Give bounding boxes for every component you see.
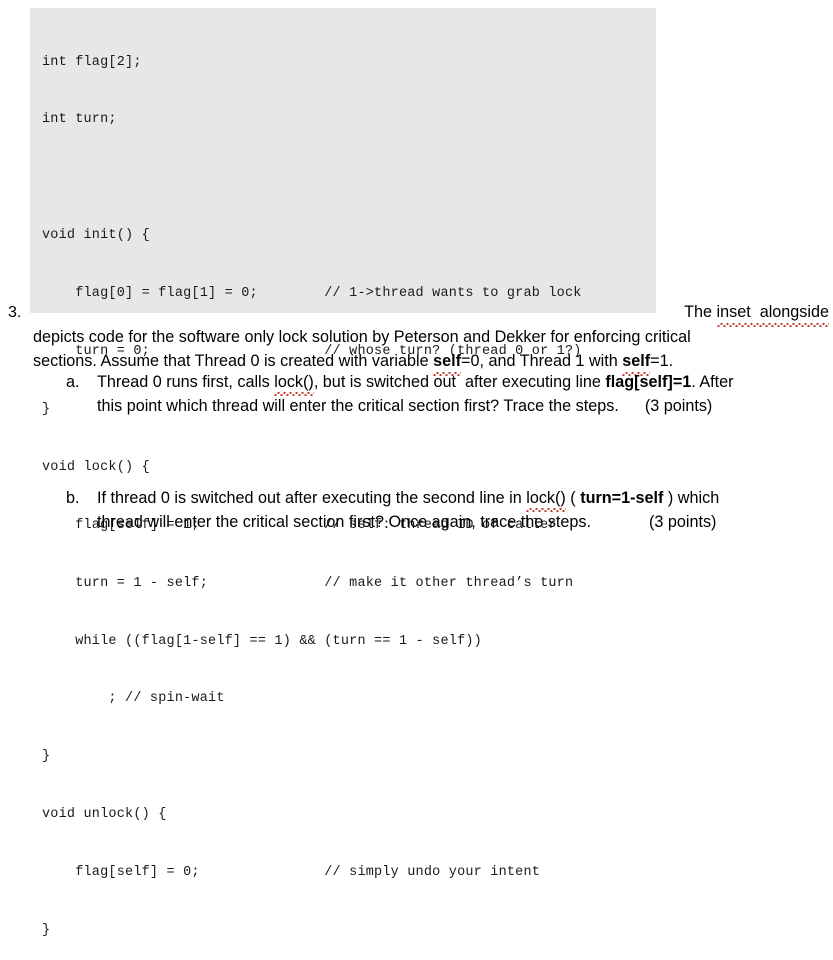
- sub-a-points: (3 points): [644, 397, 713, 415]
- sub-b-part-a: If thread 0 is switched out after execut…: [97, 489, 527, 507]
- sub-item-b-line-1: If thread 0 is switched out after execut…: [97, 486, 833, 512]
- sub-item-a-marker: a.: [66, 373, 80, 391]
- sub-a-part-c: . After: [691, 373, 734, 391]
- sub-a-part-a: Thread 0 runs first, calls: [97, 373, 275, 391]
- question-line3-part-c: =1.: [650, 352, 674, 370]
- question-line3-part-b: =0, and Thread 1 with: [461, 352, 623, 370]
- code-line: void unlock() {: [42, 807, 167, 823]
- sub-a-line2-text: this point which thread will enter the c…: [97, 397, 619, 415]
- sub-a-part-b: , but is switched out after executing li…: [313, 373, 606, 391]
- sub-b-line2-text: thread will enter the critical section f…: [97, 513, 591, 531]
- code-line: flag[self] = 0; // simply undo your inte…: [42, 865, 541, 881]
- spellcheck-inset-alongside: inset alongside: [716, 300, 829, 326]
- code-line: }: [42, 749, 51, 765]
- sub-b-part-c: ) which: [663, 489, 720, 507]
- code-inset-panel: int flag[2]; int turn; void init() { fla…: [30, 8, 656, 938]
- sub-item-a-line-2: this point which thread will enter the c…: [97, 394, 833, 418]
- sub-b-part-b: (: [565, 489, 581, 507]
- code-line: ; // spin-wait: [42, 691, 225, 707]
- spellcheck-lock-b: lock(): [526, 486, 566, 512]
- sub-item-a-line-1: Thread 0 runs first, calls lock(), but i…: [97, 370, 833, 396]
- question-line3-part-a: sections. Assume that Thread 0 is create…: [33, 352, 434, 370]
- spellcheck-lock-a: lock(): [274, 370, 314, 396]
- question-line-1: The inset alongside: [33, 300, 829, 326]
- sub-item-b-line-2: thread will enter the critical section f…: [97, 510, 833, 534]
- code-line: while ((flag[1-self] == 1) && (turn == 1…: [42, 633, 482, 649]
- question-line1-tail: The: [684, 303, 717, 321]
- code-line: }: [42, 922, 51, 938]
- code-line: void lock() {: [42, 459, 150, 475]
- code-line: turn = 1 - self; // make it other thread…: [42, 575, 574, 591]
- question-line-2: depicts code for the software only lock …: [33, 327, 691, 346]
- sub-item-b-text: If thread 0 is switched out after execut…: [97, 486, 833, 534]
- sub-item-b-marker: b.: [66, 489, 80, 507]
- code-line: int flag[2];: [42, 54, 142, 70]
- sub-item-a-text: Thread 0 runs first, calls lock(), but i…: [97, 370, 833, 418]
- sub-b-points: (3 points): [648, 513, 717, 531]
- code-line: void init() {: [42, 228, 150, 244]
- question-number: 3.: [8, 304, 22, 321]
- question-paragraph: The inset alongside depicts code for the…: [33, 300, 833, 375]
- sub-a-bold-code: flag[self]=1: [605, 373, 692, 391]
- code-line: int turn;: [42, 112, 117, 128]
- sub-b-bold-code: turn=1-self: [580, 489, 664, 507]
